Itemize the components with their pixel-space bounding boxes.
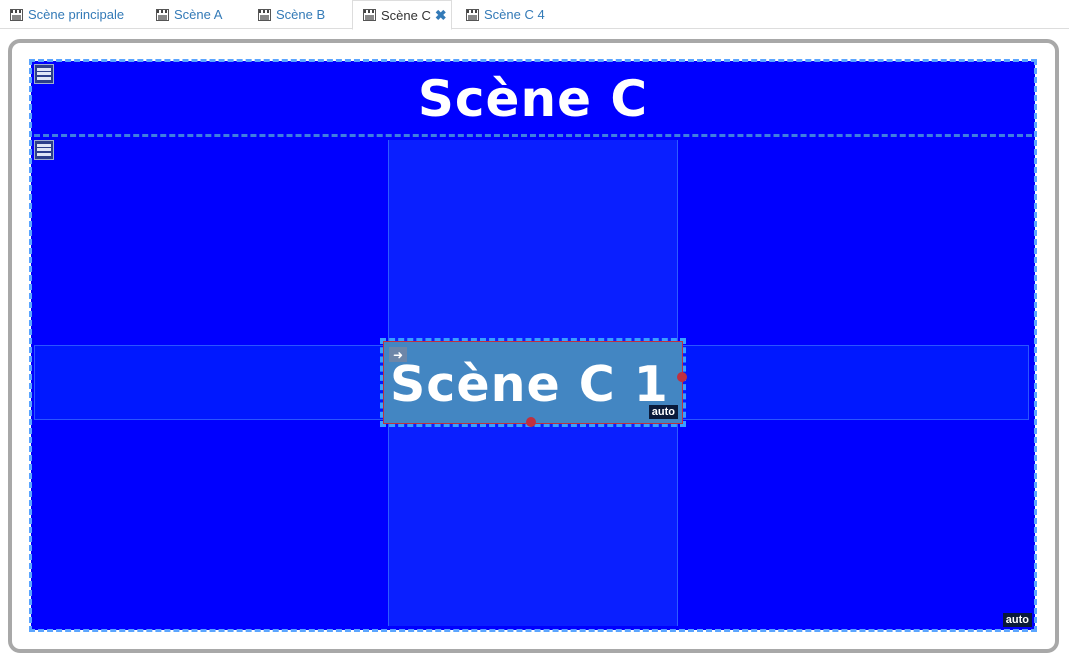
tab-scene-c[interactable]: Scène C ✖ (352, 0, 452, 30)
clapperboard-icon (10, 8, 23, 21)
clapperboard-icon (258, 8, 271, 21)
menu-icon[interactable] (34, 64, 54, 84)
tab-label: Scène C 4 (484, 7, 545, 22)
auto-badge: auto (648, 405, 678, 419)
auto-badge: auto (1002, 613, 1032, 627)
clapperboard-icon (466, 8, 479, 21)
tab-scene-a[interactable]: Scène A (146, 0, 222, 29)
tab-scene-c-4[interactable]: Scène C 4 (456, 0, 545, 29)
header-zone[interactable]: Scène C (34, 64, 1032, 137)
tab-bar: Scène principale Scène A Scène B Scène C… (0, 0, 1069, 30)
clapperboard-icon (156, 8, 169, 21)
menu-icon[interactable] (34, 140, 54, 160)
tab-label: Scène principale (28, 7, 125, 22)
tab-label: Scène B (276, 7, 326, 22)
tab-scene-b[interactable]: Scène B (248, 0, 325, 29)
resize-handle-right[interactable] (677, 372, 687, 382)
selected-title: Scène C 1 (390, 356, 669, 413)
selected-text-block[interactable]: ➜ Scène C 1 auto (380, 338, 687, 427)
close-icon[interactable]: ✖ (435, 7, 447, 24)
clapperboard-icon (363, 9, 376, 21)
tab-label: Scène A (174, 7, 223, 22)
tab-label: Scène C (381, 7, 431, 23)
resize-handle-bottom[interactable] (526, 417, 536, 427)
scene-title: Scène C (417, 70, 649, 128)
tab-scene-principale[interactable]: Scène principale (0, 0, 124, 29)
